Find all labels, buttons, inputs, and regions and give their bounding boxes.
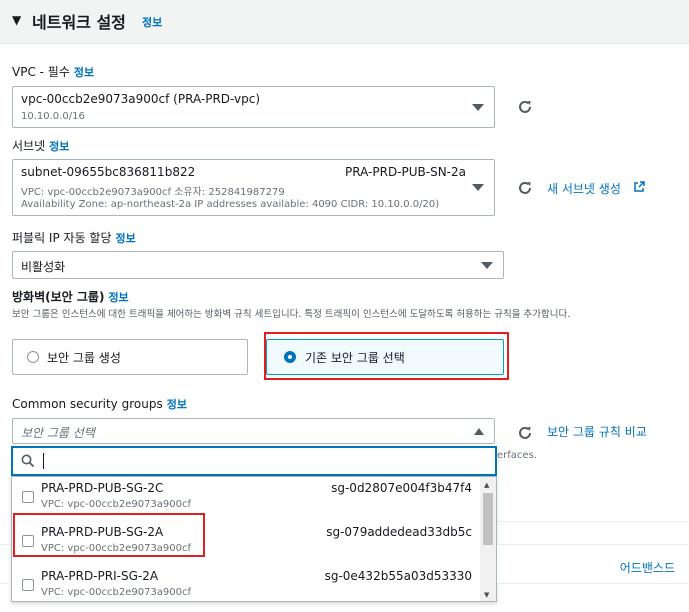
- sg-option-name: PRA-PRD-PUB-SG-2C: [41, 481, 164, 495]
- highlight-box-sg-2a: [13, 513, 205, 557]
- subnet-az-info: Availability Zone: ap-northeast-2a IP ad…: [21, 199, 440, 210]
- sg-multiselect[interactable]: 보안 그룹 선택: [12, 418, 495, 444]
- scroll-up-icon[interactable]: ▲: [484, 481, 489, 489]
- header-info-link[interactable]: 정보: [142, 14, 162, 30]
- vpc-label-text: VPC - 필수: [12, 65, 70, 79]
- scroll-down-icon[interactable]: ▼: [484, 591, 489, 599]
- common-sg-label: Common security groups 정보: [12, 396, 187, 412]
- highlight-box-existing-sg: [264, 332, 509, 380]
- sg-option-vpc: VPC: vpc-00ccb2e9073a900cf: [41, 587, 192, 598]
- subnet-name: PRA-PRD-PUB-SN-2a: [345, 165, 467, 179]
- vpc-label: VPC - 필수 정보: [12, 63, 94, 80]
- caret-up-icon: [474, 428, 484, 435]
- vpc-value: vpc-00ccb2e9073a900cf (PRA-PRD-vpc): [21, 92, 261, 106]
- firewall-description: 보안 그룹은 인스턴스에 대한 트래픽을 제어하는 방화벽 규칙 세트입니다. …: [12, 309, 571, 320]
- vpc-cidr: 10.10.0.0/16: [21, 111, 85, 122]
- caret-down-icon: [472, 184, 484, 191]
- network-settings-header[interactable]: ▼ 네트워크 설정 정보: [0, 0, 689, 44]
- refresh-icon[interactable]: [516, 424, 534, 442]
- sg-option-id: sg-079addedead33db5c: [326, 525, 472, 539]
- sg-option-name: PRA-PRD-PRI-SG-2A: [41, 569, 159, 583]
- sg-option-id: sg-0d2807e004f3b47f4: [331, 481, 472, 495]
- search-icon: [21, 454, 35, 468]
- advanced-row[interactable]: 어드밴스드: [497, 544, 689, 584]
- sg-option-checkbox[interactable]: [22, 491, 34, 503]
- subnet-id: subnet-09655bc836811b822: [21, 165, 196, 179]
- firewall-label-text: 방화벽(보안 그룹): [12, 290, 105, 304]
- list-item[interactable]: PRA-PRD-PRI-SG-2A VPC: vpc-00ccb2e9073a9…: [12, 565, 482, 601]
- caret-down-icon: [472, 104, 484, 111]
- scrollbar-thumb[interactable]: [483, 493, 493, 545]
- divider: [0, 544, 11, 584]
- subnet-info-link[interactable]: 정보: [49, 140, 69, 153]
- refresh-icon[interactable]: [516, 179, 534, 197]
- vpc-info-link[interactable]: 정보: [74, 66, 94, 79]
- subnet-label: 서브넷 정보: [12, 137, 69, 154]
- public-ip-value: 비활성화: [21, 260, 66, 274]
- common-sg-label-text: Common security groups: [12, 397, 163, 411]
- subnet-label-text: 서브넷: [12, 139, 46, 153]
- sg-placeholder: 보안 그룹 선택: [21, 426, 95, 440]
- text-cursor: [43, 453, 44, 469]
- divider: [497, 521, 689, 522]
- firewall-label: 방화벽(보안 그룹) 정보: [12, 288, 129, 305]
- public-ip-select[interactable]: 비활성화: [12, 251, 504, 279]
- compare-sg-rules-link[interactable]: 보안 그룹 규칙 비교: [547, 423, 647, 440]
- sg-search-box[interactable]: [11, 446, 497, 476]
- create-sg-option[interactable]: 보안 그룹 생성: [12, 339, 248, 375]
- section-title: 네트워크 설정: [32, 13, 126, 32]
- subnet-select[interactable]: subnet-09655bc836811b822 PRA-PRD-PUB-SN-…: [12, 159, 495, 216]
- caret-down-icon[interactable]: ▼: [12, 13, 21, 27]
- public-ip-info-link[interactable]: 정보: [116, 232, 136, 245]
- external-link-icon[interactable]: [633, 181, 645, 193]
- advanced-link[interactable]: 어드밴스드: [620, 559, 675, 576]
- create-subnet-link[interactable]: 새 서브넷 생성: [547, 180, 621, 197]
- public-ip-label-text: 퍼블릭 IP 자동 할당: [12, 231, 112, 245]
- create-sg-label: 보안 그룹 생성: [47, 351, 121, 365]
- public-ip-label: 퍼블릭 IP 자동 할당 정보: [12, 229, 136, 246]
- behind-text: erfaces.: [497, 450, 537, 461]
- refresh-icon[interactable]: [516, 98, 534, 116]
- caret-down-icon: [481, 262, 493, 269]
- firewall-info-link[interactable]: 정보: [108, 291, 128, 304]
- sg-option-checkbox[interactable]: [22, 579, 34, 591]
- sg-option-vpc: VPC: vpc-00ccb2e9073a900cf: [41, 499, 192, 510]
- common-sg-info-link[interactable]: 정보: [167, 398, 187, 411]
- dropdown-scrollbar[interactable]: ▲ ▼: [480, 477, 496, 601]
- vpc-select[interactable]: vpc-00ccb2e9073a900cf (PRA-PRD-vpc) 10.1…: [12, 86, 495, 128]
- sg-option-id: sg-0e432b55a03d53330: [324, 569, 472, 583]
- subnet-vpc-owner: VPC: vpc-00ccb2e9073a900cf 소유자: 25284198…: [21, 187, 285, 198]
- radio-create-sg[interactable]: [27, 351, 39, 363]
